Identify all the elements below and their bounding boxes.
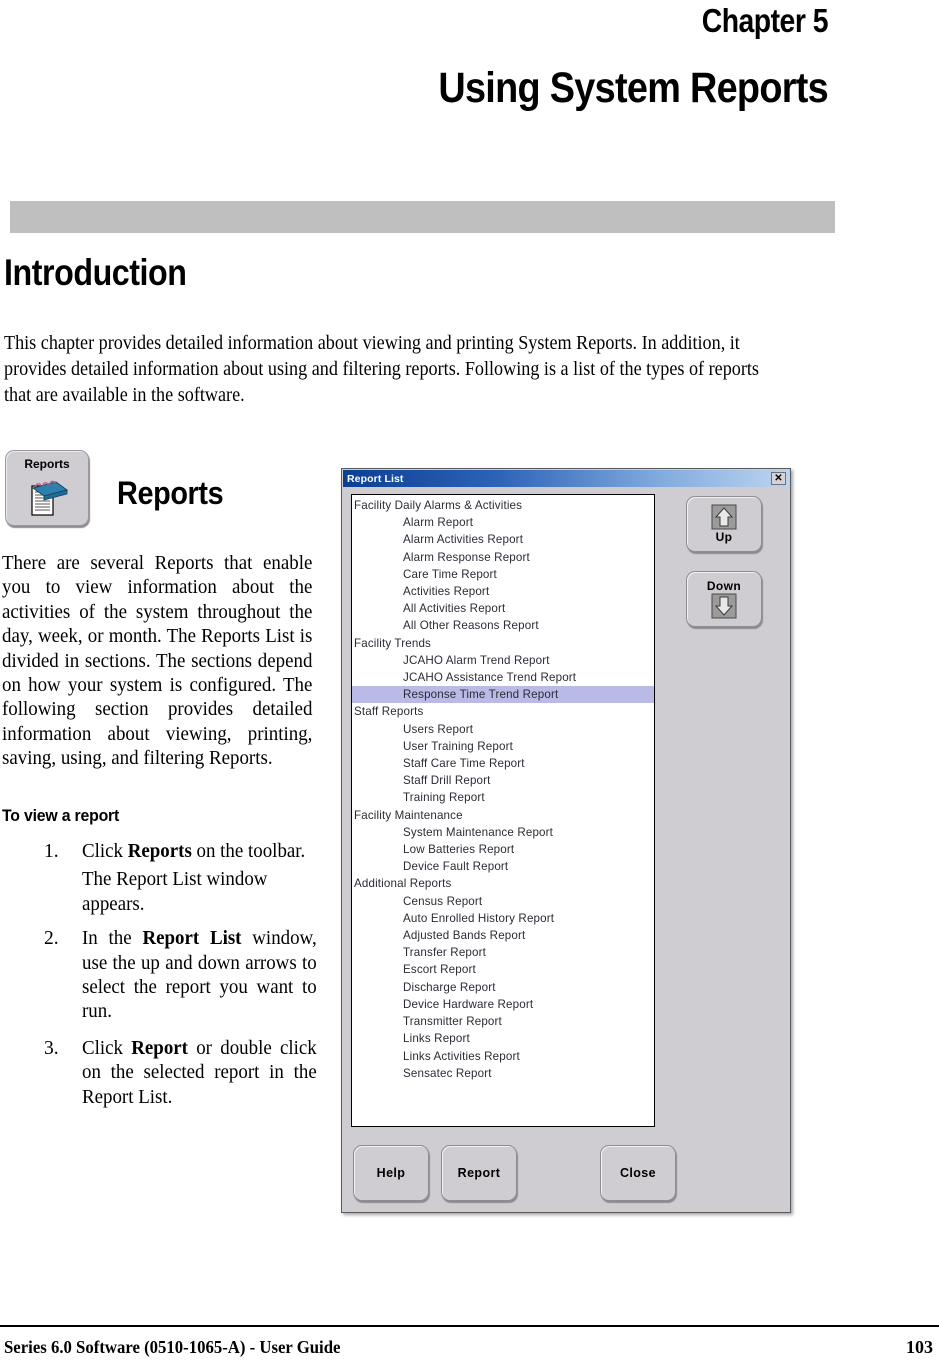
list-item[interactable]: Device Fault Report (352, 858, 654, 875)
list-item[interactable]: JCAHO Assistance Trend Report (352, 669, 654, 686)
list-item: 3. Click Report or double click on the s… (2, 1037, 324, 1110)
step-text-part: In the (82, 928, 143, 950)
list-item[interactable]: Alarm Report (352, 514, 654, 531)
page-number: 103 (906, 1337, 933, 1357)
list-item[interactable]: Links Report (352, 1030, 654, 1047)
list-item: 1. Click Reports on the toolbar. The Rep… (2, 840, 324, 917)
list-item[interactable]: Sensatec Report (352, 1065, 654, 1082)
reports-paragraph: There are several Reports that enable yo… (2, 553, 313, 770)
list-item[interactable]: Discharge Report (352, 979, 654, 996)
notepad-icon (31, 480, 69, 516)
list-item[interactable]: Transmitter Report (352, 1013, 654, 1030)
section-heading-introduction: Introduction (4, 252, 187, 293)
close-icon[interactable]: ✕ (771, 472, 786, 485)
list-item[interactable]: Care Time Report (352, 566, 654, 583)
step-text-part: on the toolbar. (191, 841, 306, 862)
step-text-part: Click (82, 1037, 132, 1059)
down-button[interactable]: Down (686, 571, 762, 627)
step-text-emphasis: Report (131, 1037, 188, 1059)
list-item[interactable]: Users Report (352, 721, 654, 738)
dialog-title: Report List (347, 472, 404, 485)
list-item[interactable]: Device Hardware Report (352, 996, 654, 1013)
arrow-down-icon (711, 593, 737, 619)
list-item[interactable]: Activities Report (352, 583, 654, 600)
report-list-listbox[interactable]: Facility Daily Alarms & Activities Alarm … (351, 494, 655, 1127)
dialog-titlebar[interactable]: Report List ✕ (343, 470, 789, 487)
step-number: 3. (44, 1037, 59, 1059)
chapter-title: Using System Reports (438, 64, 828, 112)
procedure-heading: To view a report (2, 806, 120, 825)
list-item[interactable]: System Maintenance Report (352, 824, 654, 841)
list-item[interactable]: Alarm Response Report (352, 549, 654, 566)
list-item[interactable]: Census Report (352, 893, 654, 910)
step-text-emphasis: Reports (127, 841, 192, 862)
reports-toolbar-button[interactable]: Reports (5, 450, 89, 526)
list-item[interactable]: Escort Report (352, 961, 654, 978)
step-number: 1. (44, 841, 59, 862)
list-group-header[interactable]: Facility Daily Alarms & Activities (352, 497, 654, 514)
help-button[interactable]: Help (353, 1145, 429, 1201)
list-group-header[interactable]: Staff Reports (352, 703, 654, 720)
list-item[interactable]: User Training Report (352, 738, 654, 755)
list-item[interactable]: All Other Reasons Report (352, 617, 654, 634)
step-text-part: Click (82, 841, 128, 862)
list-group-header[interactable]: Facility Trends (352, 635, 654, 652)
list-group-header[interactable]: Additional Reports (352, 875, 654, 892)
list-item[interactable]: Low Batteries Report (352, 841, 654, 858)
list-item: 2. In the Report List window, use the up… (2, 927, 324, 1025)
arrow-up-icon (711, 504, 737, 530)
footer-text: Series 6.0 Software (0510-1065-A) - User… (4, 1337, 341, 1357)
list-item[interactable]: Adjusted Bands Report (352, 927, 654, 944)
step-text-emphasis: Report List (142, 928, 242, 950)
step-text: Click Report or double click on the sele… (82, 1037, 317, 1110)
section-divider-bar (10, 201, 835, 233)
chapter-number: Chapter 5 (701, 2, 829, 39)
list-item[interactable]: Links Activities Report (352, 1048, 654, 1065)
report-list-dialog: Report List ✕ Facility Daily Alarms & Ac… (341, 468, 791, 1213)
list-item[interactable]: Staff Care Time Report (352, 755, 654, 772)
list-group-header[interactable]: Facility Maintenance (352, 807, 654, 824)
list-item[interactable]: Staff Drill Report (352, 772, 654, 789)
list-item[interactable]: Auto Enrolled History Report (352, 910, 654, 927)
step-number: 2. (44, 928, 59, 950)
report-button[interactable]: Report (441, 1145, 517, 1201)
up-button-label: Up (715, 530, 733, 544)
list-item[interactable]: JCAHO Alarm Trend Report (352, 652, 654, 669)
list-item[interactable]: Response Time Trend Report (352, 686, 654, 704)
introduction-paragraph: This chapter provides detailed informati… (4, 333, 759, 406)
up-button[interactable]: Up (686, 496, 762, 552)
footer-divider (0, 1325, 939, 1327)
list-item[interactable]: All Activities Report (352, 600, 654, 617)
reports-heading: Reports (117, 475, 224, 511)
list-item[interactable]: Transfer Report (352, 944, 654, 961)
close-button[interactable]: Close (600, 1145, 676, 1201)
procedure-steps: 1. Click Reports on the toolbar. The Rep… (2, 840, 324, 1117)
list-item[interactable]: Alarm Activities Report (352, 531, 654, 548)
step-text: In the Report List window, use the up an… (82, 927, 317, 1025)
step-text: Click Reports on the toolbar. (82, 840, 317, 864)
list-item[interactable]: Training Report (352, 789, 654, 806)
reports-toolbar-button-label: Reports (24, 457, 70, 471)
down-button-label: Down (706, 579, 742, 593)
step-sub-text: The Report List window appears. (82, 869, 268, 915)
